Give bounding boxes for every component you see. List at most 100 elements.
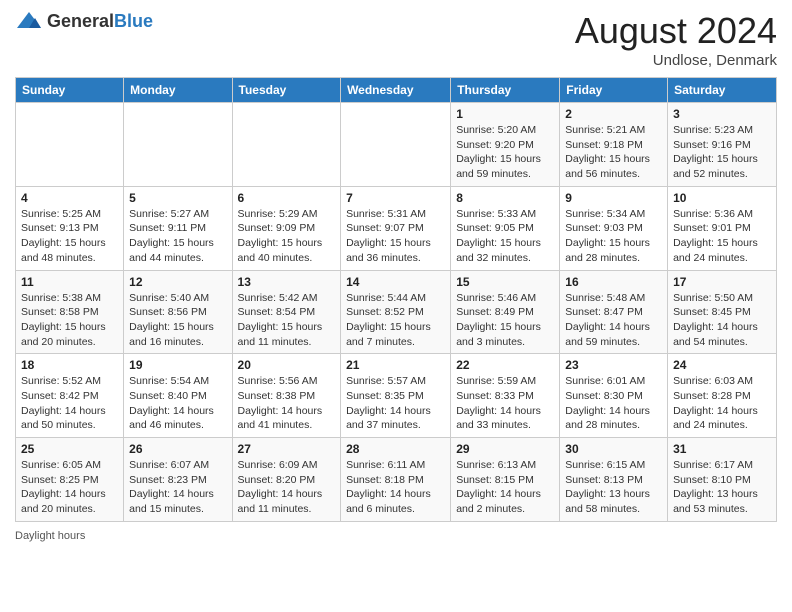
calendar-cell: 9 Sunrise: 5:34 AM Sunset: 9:03 PM Daylig…: [560, 186, 668, 270]
day-number: 17: [673, 275, 771, 289]
day-info: Sunrise: 5:23 AM Sunset: 9:16 PM Dayligh…: [673, 123, 771, 182]
day-info: Sunrise: 5:42 AM Sunset: 8:54 PM Dayligh…: [238, 291, 336, 350]
calendar-cell: 26Sunrise: 6:07 AM Sunset: 8:23 PM Dayli…: [124, 438, 232, 522]
day-number: 16: [565, 275, 662, 289]
calendar-header-tuesday: Tuesday: [232, 78, 341, 103]
day-number: 29: [456, 442, 554, 456]
logo-blue-text: Blue: [114, 11, 153, 31]
calendar-cell: 2 Sunrise: 5:21 AM Sunset: 9:18 PM Daylig…: [560, 103, 668, 187]
day-info: Sunrise: 6:17 AM Sunset: 8:10 PM Dayligh…: [673, 458, 771, 517]
calendar-cell: [341, 103, 451, 187]
calendar-header-friday: Friday: [560, 78, 668, 103]
calendar-cell: 5 Sunrise: 5:27 AM Sunset: 9:11 PM Daylig…: [124, 186, 232, 270]
calendar-cell: 17 Sunrise: 5:50 AM Sunset: 8:45 PM Dayli…: [668, 270, 777, 354]
calendar-header-row: SundayMondayTuesdayWednesdayThursdayFrid…: [16, 78, 777, 103]
page-header: GeneralBlue August 2024 Undlose, Denmark: [15, 10, 777, 69]
calendar-cell: 16 Sunrise: 5:48 AM Sunset: 8:47 PM Dayli…: [560, 270, 668, 354]
day-info: Sunrise: 5:38 AM Sunset: 8:58 PM Dayligh…: [21, 291, 118, 350]
day-info: Sunrise: 5:56 AM Sunset: 8:38 PM Dayligh…: [238, 374, 336, 433]
calendar-cell: 28Sunrise: 6:11 AM Sunset: 8:18 PM Dayli…: [341, 438, 451, 522]
day-number: 13: [238, 275, 336, 289]
calendar-cell: 8 Sunrise: 5:33 AM Sunset: 9:05 PM Daylig…: [451, 186, 560, 270]
calendar-cell: 29Sunrise: 6:13 AM Sunset: 8:15 PM Dayli…: [451, 438, 560, 522]
calendar-cell: 22Sunrise: 5:59 AM Sunset: 8:33 PM Dayli…: [451, 354, 560, 438]
location: Undlose, Denmark: [575, 52, 777, 69]
day-info: Sunrise: 5:33 AM Sunset: 9:05 PM Dayligh…: [456, 207, 554, 266]
day-number: 10: [673, 191, 771, 205]
day-info: Sunrise: 5:34 AM Sunset: 9:03 PM Dayligh…: [565, 207, 662, 266]
calendar-cell: [232, 103, 341, 187]
day-info: Sunrise: 5:44 AM Sunset: 8:52 PM Dayligh…: [346, 291, 445, 350]
calendar-week-row: 1 Sunrise: 5:20 AM Sunset: 9:20 PM Daylig…: [16, 103, 777, 187]
day-info: Sunrise: 5:59 AM Sunset: 8:33 PM Dayligh…: [456, 374, 554, 433]
logo-icon: [15, 10, 43, 32]
calendar-cell: 14 Sunrise: 5:44 AM Sunset: 8:52 PM Dayli…: [341, 270, 451, 354]
calendar-cell: 24 Sunrise: 6:03 AM Sunset: 8:28 PM Dayli…: [668, 354, 777, 438]
calendar-cell: 20Sunrise: 5:56 AM Sunset: 8:38 PM Dayli…: [232, 354, 341, 438]
day-number: 31: [673, 442, 771, 456]
calendar-header-wednesday: Wednesday: [341, 78, 451, 103]
day-number: 27: [238, 442, 336, 456]
footer: Daylight hours: [15, 530, 777, 542]
calendar-table: SundayMondayTuesdayWednesdayThursdayFrid…: [15, 77, 777, 522]
calendar-week-row: 18Sunrise: 5:52 AM Sunset: 8:42 PM Dayli…: [16, 354, 777, 438]
day-info: Sunrise: 5:48 AM Sunset: 8:47 PM Dayligh…: [565, 291, 662, 350]
calendar-cell: 19Sunrise: 5:54 AM Sunset: 8:40 PM Dayli…: [124, 354, 232, 438]
day-info: Sunrise: 5:20 AM Sunset: 9:20 PM Dayligh…: [456, 123, 554, 182]
calendar-cell: 27 Sunrise: 6:09 AM Sunset: 8:20 PM Dayli…: [232, 438, 341, 522]
day-number: 14: [346, 275, 445, 289]
calendar-header-sunday: Sunday: [16, 78, 124, 103]
day-number: 8: [456, 191, 554, 205]
calendar-cell: 7Sunrise: 5:31 AM Sunset: 9:07 PM Daylig…: [341, 186, 451, 270]
calendar-cell: 18Sunrise: 5:52 AM Sunset: 8:42 PM Dayli…: [16, 354, 124, 438]
calendar-cell: 23Sunrise: 6:01 AM Sunset: 8:30 PM Dayli…: [560, 354, 668, 438]
day-number: 4: [21, 191, 118, 205]
calendar-cell: 13 Sunrise: 5:42 AM Sunset: 8:54 PM Dayli…: [232, 270, 341, 354]
day-number: 6: [238, 191, 336, 205]
day-info: Sunrise: 5:31 AM Sunset: 9:07 PM Dayligh…: [346, 207, 445, 266]
day-number: 1: [456, 107, 554, 121]
logo: GeneralBlue: [15, 10, 153, 32]
day-info: Sunrise: 5:50 AM Sunset: 8:45 PM Dayligh…: [673, 291, 771, 350]
day-number: 2: [565, 107, 662, 121]
day-number: 9: [565, 191, 662, 205]
day-info: Sunrise: 5:29 AM Sunset: 9:09 PM Dayligh…: [238, 207, 336, 266]
day-number: 23: [565, 358, 662, 372]
calendar-cell: [16, 103, 124, 187]
calendar-cell: 21Sunrise: 5:57 AM Sunset: 8:35 PM Dayli…: [341, 354, 451, 438]
day-number: 30: [565, 442, 662, 456]
day-number: 25: [21, 442, 118, 456]
calendar-cell: [124, 103, 232, 187]
calendar-cell: 30 Sunrise: 6:15 AM Sunset: 8:13 PM Dayli…: [560, 438, 668, 522]
day-number: 24: [673, 358, 771, 372]
day-info: Sunrise: 6:15 AM Sunset: 8:13 PM Dayligh…: [565, 458, 662, 517]
day-info: Sunrise: 6:05 AM Sunset: 8:25 PM Dayligh…: [21, 458, 118, 517]
calendar-week-row: 11 Sunrise: 5:38 AM Sunset: 8:58 PM Dayli…: [16, 270, 777, 354]
day-info: Sunrise: 5:27 AM Sunset: 9:11 PM Dayligh…: [129, 207, 226, 266]
day-info: Sunrise: 5:46 AM Sunset: 8:49 PM Dayligh…: [456, 291, 554, 350]
day-info: Sunrise: 5:21 AM Sunset: 9:18 PM Dayligh…: [565, 123, 662, 182]
calendar-cell: 4 Sunrise: 5:25 AM Sunset: 9:13 PM Daylig…: [16, 186, 124, 270]
day-info: Sunrise: 6:09 AM Sunset: 8:20 PM Dayligh…: [238, 458, 336, 517]
day-number: 21: [346, 358, 445, 372]
calendar-week-row: 25 Sunrise: 6:05 AM Sunset: 8:25 PM Dayli…: [16, 438, 777, 522]
title-block: August 2024 Undlose, Denmark: [575, 10, 777, 69]
calendar-cell: 25 Sunrise: 6:05 AM Sunset: 8:25 PM Dayli…: [16, 438, 124, 522]
calendar-cell: 6 Sunrise: 5:29 AM Sunset: 9:09 PM Daylig…: [232, 186, 341, 270]
day-info: Sunrise: 5:25 AM Sunset: 9:13 PM Dayligh…: [21, 207, 118, 266]
calendar-week-row: 4 Sunrise: 5:25 AM Sunset: 9:13 PM Daylig…: [16, 186, 777, 270]
day-info: Sunrise: 5:40 AM Sunset: 8:56 PM Dayligh…: [129, 291, 226, 350]
day-number: 12: [129, 275, 226, 289]
calendar-cell: 12 Sunrise: 5:40 AM Sunset: 8:56 PM Dayli…: [124, 270, 232, 354]
month-year: August 2024: [575, 10, 777, 52]
day-number: 11: [21, 275, 118, 289]
day-number: 5: [129, 191, 226, 205]
day-info: Sunrise: 6:03 AM Sunset: 8:28 PM Dayligh…: [673, 374, 771, 433]
daylight-label: Daylight hours: [15, 530, 85, 542]
calendar-header-thursday: Thursday: [451, 78, 560, 103]
logo-general-text: General: [47, 11, 114, 31]
calendar-header-monday: Monday: [124, 78, 232, 103]
day-number: 3: [673, 107, 771, 121]
day-info: Sunrise: 5:52 AM Sunset: 8:42 PM Dayligh…: [21, 374, 118, 433]
calendar-cell: 10Sunrise: 5:36 AM Sunset: 9:01 PM Dayli…: [668, 186, 777, 270]
